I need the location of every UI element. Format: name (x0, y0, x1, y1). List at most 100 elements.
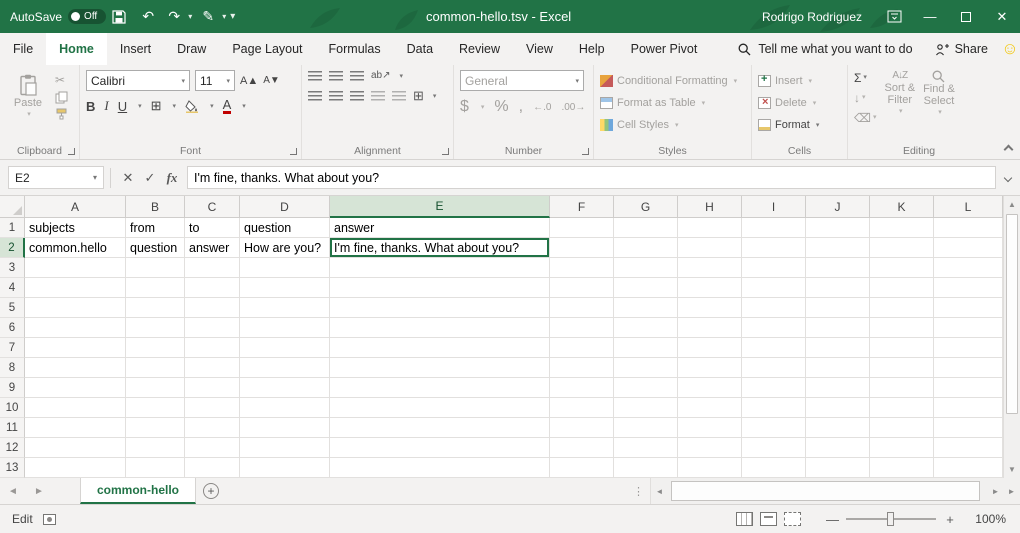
cell-I7[interactable] (742, 338, 806, 358)
col-header-I[interactable]: I (742, 196, 806, 218)
find-select-button[interactable]: Find & Select ▾ (923, 70, 955, 119)
cell-I13[interactable] (742, 458, 806, 478)
cell-E10[interactable] (330, 398, 550, 418)
cell-D5[interactable] (240, 298, 330, 318)
align-left-button[interactable] (308, 91, 322, 101)
cell-L10[interactable] (934, 398, 1003, 418)
alignment-dialog-launcher[interactable] (442, 148, 449, 155)
zoom-out-button[interactable]: — (826, 512, 838, 527)
cell-J1[interactable] (806, 218, 870, 238)
row-header-2[interactable]: 2 (0, 238, 25, 258)
cell-D6[interactable] (240, 318, 330, 338)
cell-K9[interactable] (870, 378, 934, 398)
cell-E13[interactable] (330, 458, 550, 478)
percent-style-button[interactable]: % (494, 98, 508, 116)
cell-F12[interactable] (550, 438, 614, 458)
cell-B7[interactable] (126, 338, 185, 358)
cell-F7[interactable] (550, 338, 614, 358)
cell-K3[interactable] (870, 258, 934, 278)
tab-splitter-handle[interactable]: ⋮ (627, 478, 650, 504)
cell-C12[interactable] (185, 438, 240, 458)
cell-D10[interactable] (240, 398, 330, 418)
cell-G12[interactable] (614, 438, 678, 458)
sheet-nav-left-button[interactable]: ◄ (0, 478, 26, 504)
cell-C13[interactable] (185, 458, 240, 478)
cell-J12[interactable] (806, 438, 870, 458)
undo-button[interactable]: ↶ (138, 0, 158, 33)
row-header-8[interactable]: 8 (0, 358, 25, 378)
tab-power-pivot[interactable]: Power Pivot (618, 33, 711, 65)
cell-J6[interactable] (806, 318, 870, 338)
tab-page-layout[interactable]: Page Layout (219, 33, 315, 65)
redo-dropdown[interactable]: ▾ (188, 12, 192, 21)
pen-dropdown[interactable]: ▾ (222, 12, 226, 21)
cell-styles-button[interactable]: Cell Styles ▾ (600, 114, 747, 136)
cell-E1[interactable]: answer (330, 218, 550, 238)
cell-L1[interactable] (934, 218, 1003, 238)
cell-D7[interactable] (240, 338, 330, 358)
cell-L12[interactable] (934, 438, 1003, 458)
row-header-4[interactable]: 4 (0, 278, 25, 298)
cell-B12[interactable] (126, 438, 185, 458)
cell-I3[interactable] (742, 258, 806, 278)
cell-B2[interactable]: question (126, 238, 185, 258)
cell-J8[interactable] (806, 358, 870, 378)
tab-draw[interactable]: Draw (164, 33, 219, 65)
row-header-6[interactable]: 6 (0, 318, 25, 338)
grow-font-button[interactable]: A▲ (240, 75, 258, 87)
col-header-C[interactable]: C (185, 196, 240, 218)
cell-J3[interactable] (806, 258, 870, 278)
cell-B9[interactable] (126, 378, 185, 398)
scroll-right-arrow[interactable]: ► (987, 487, 1004, 496)
merge-center-button[interactable]: ⊞ (413, 88, 424, 104)
fill-button[interactable]: ↓ ▾ (854, 91, 876, 105)
user-name[interactable]: Rodrigo Rodriguez (762, 10, 862, 24)
cell-K10[interactable] (870, 398, 934, 418)
cut-button[interactable]: ✂ (55, 73, 68, 87)
cell-C10[interactable] (185, 398, 240, 418)
cell-B8[interactable] (126, 358, 185, 378)
close-button[interactable]: ✕ (984, 0, 1020, 33)
autosum-button[interactable]: Σ ▾ (854, 71, 876, 85)
cell-D4[interactable] (240, 278, 330, 298)
cell-D1[interactable]: question (240, 218, 330, 238)
cell-J5[interactable] (806, 298, 870, 318)
cell-L9[interactable] (934, 378, 1003, 398)
cell-E12[interactable] (330, 438, 550, 458)
orientation-button[interactable]: ab↗ (371, 70, 391, 81)
shrink-font-button[interactable]: A▼ (263, 75, 280, 86)
row-header-12[interactable]: 12 (0, 438, 25, 458)
cell-C7[interactable] (185, 338, 240, 358)
normal-view-button[interactable] (736, 512, 753, 526)
cell-B5[interactable] (126, 298, 185, 318)
cell-H3[interactable] (678, 258, 742, 278)
decrease-decimal-button[interactable]: .00→ (561, 102, 585, 113)
scroll-left-arrow[interactable]: ◄ (651, 487, 668, 496)
cell-H5[interactable] (678, 298, 742, 318)
cell-L11[interactable] (934, 418, 1003, 438)
new-sheet-button[interactable]: + (196, 478, 226, 504)
feedback-smiley-button[interactable]: ☺ (1000, 33, 1020, 65)
align-right-button[interactable] (350, 91, 364, 101)
cell-J10[interactable] (806, 398, 870, 418)
cancel-entry-button[interactable]: ✕ (117, 170, 139, 186)
scroll-right-edge-arrow[interactable]: ► (1003, 487, 1020, 496)
cell-L8[interactable] (934, 358, 1003, 378)
paste-button[interactable]: Paste ▾ (6, 72, 50, 118)
tab-home[interactable]: Home (46, 33, 107, 65)
align-center-button[interactable] (329, 91, 343, 101)
col-header-D[interactable]: D (240, 196, 330, 218)
zoom-slider-thumb[interactable] (887, 512, 894, 526)
clear-button[interactable]: ⌫ ▾ (854, 111, 876, 125)
autosave-toggle[interactable]: Off (68, 9, 106, 24)
cell-F13[interactable] (550, 458, 614, 478)
bold-button[interactable]: B (86, 99, 95, 114)
cell-G2[interactable] (614, 238, 678, 258)
cell-C9[interactable] (185, 378, 240, 398)
cell-H13[interactable] (678, 458, 742, 478)
cell-G3[interactable] (614, 258, 678, 278)
cell-I2[interactable] (742, 238, 806, 258)
row-header-10[interactable]: 10 (0, 398, 25, 418)
cell-A5[interactable] (25, 298, 126, 318)
font-name-combo[interactable]: Calibri ▾ (86, 70, 190, 91)
